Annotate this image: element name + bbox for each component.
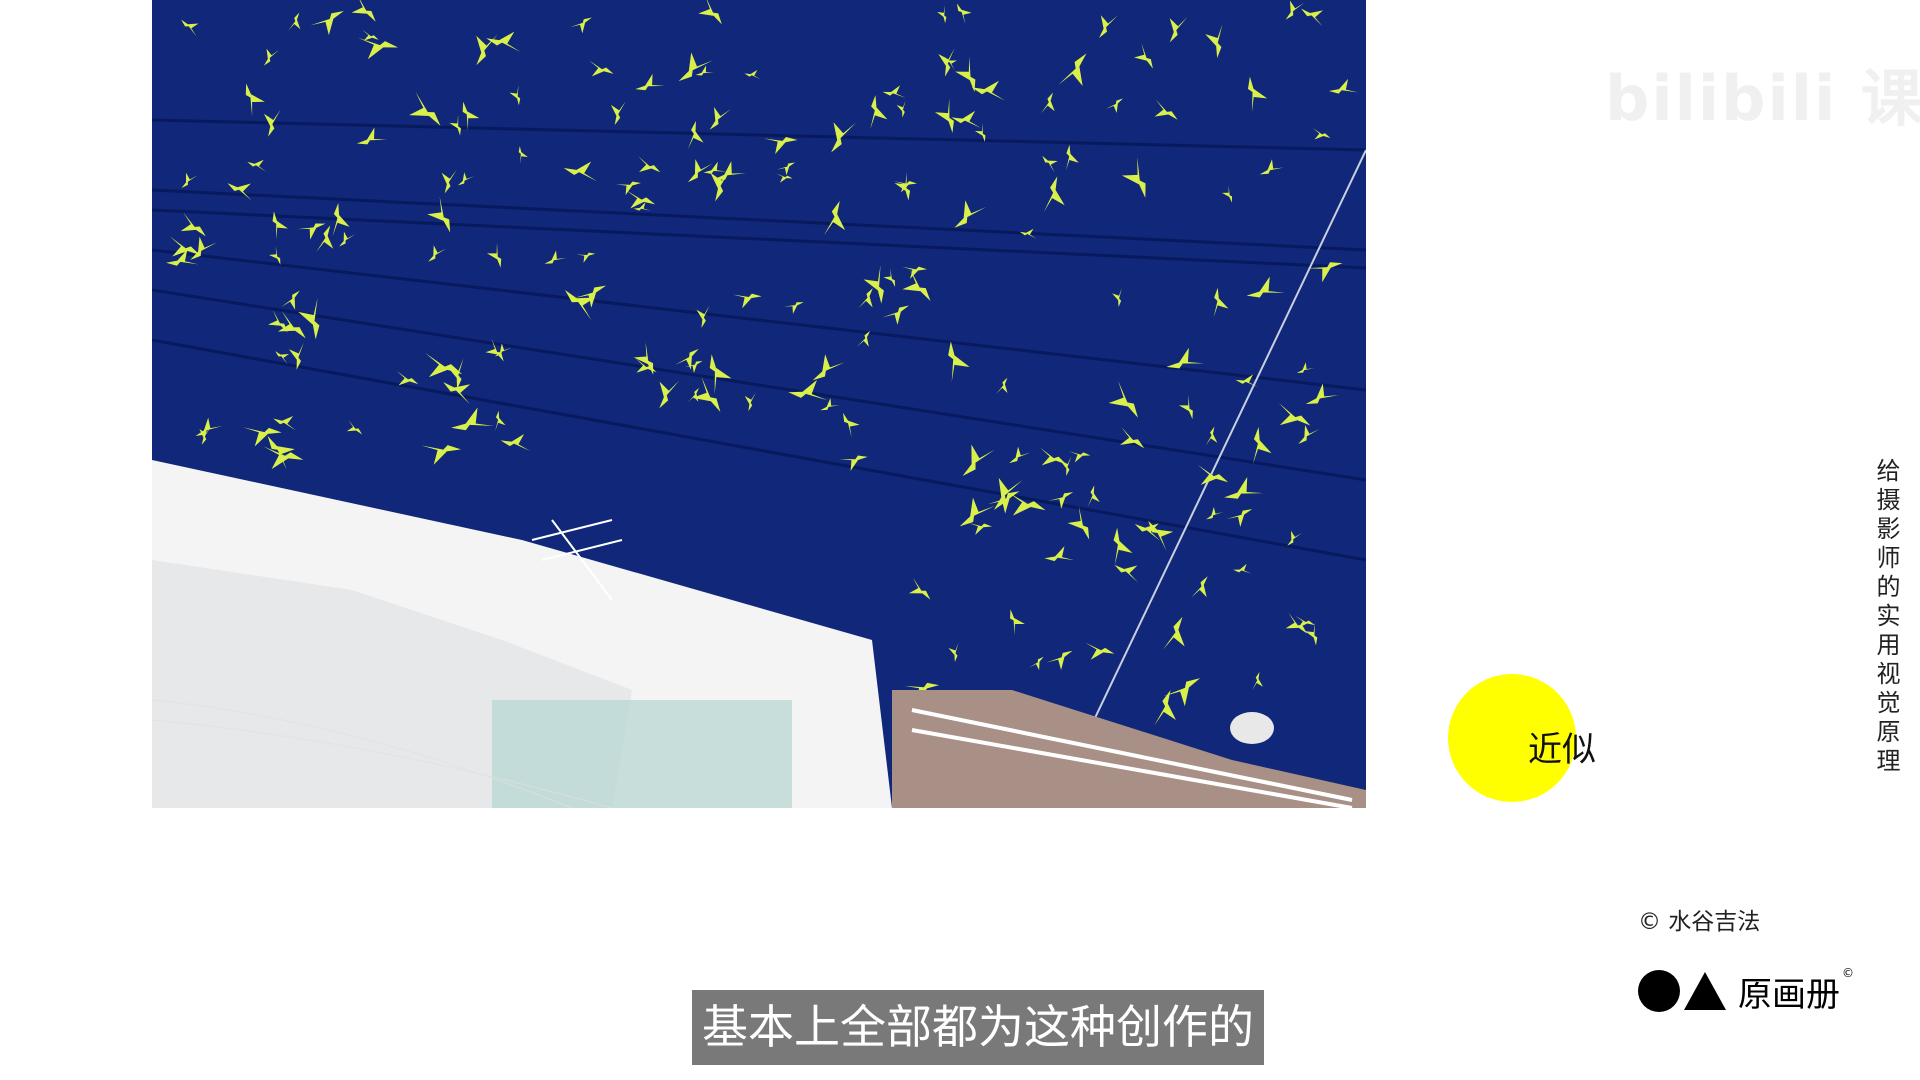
bilibili-watermark: bilibili 课堂 <box>1605 62 1920 135</box>
circle-icon <box>1638 970 1680 1012</box>
photo-canvas <box>152 0 1366 808</box>
yuanhuace-logo: 原画册 © <box>1638 966 1854 1016</box>
satellite-dish <box>1230 712 1274 744</box>
subtitle-caption: 基本上全部都为这种创作的 <box>692 990 1264 1065</box>
parakeets-photo <box>152 0 1366 808</box>
photo-credit: © 水谷吉法 <box>1638 909 1761 935</box>
triangle-icon <box>1684 972 1726 1010</box>
series-title: 给摄影师的实用视觉原理 <box>1872 458 1900 777</box>
balcony-glass <box>492 700 792 808</box>
marker-label: 近似 <box>1528 730 1596 770</box>
video-frame: bilibili 课堂 近似 给摄影师的实用视觉原理 © 水谷吉法 原画册 © … <box>0 0 1920 1080</box>
copyright-mark: © <box>1842 966 1854 980</box>
logo-text: 原画册 <box>1738 974 1840 1015</box>
